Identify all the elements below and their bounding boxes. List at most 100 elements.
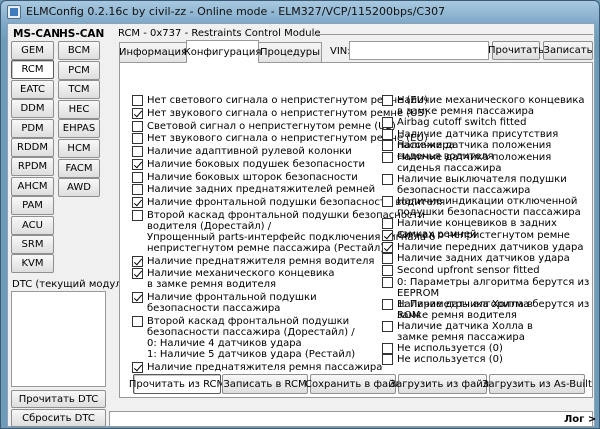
module-button-rddm[interactable]: RDDM — [11, 138, 54, 157]
vin-input[interactable] — [349, 41, 489, 60]
checkbox-unchecked[interactable] — [382, 152, 393, 164]
tab-info[interactable]: Информация — [119, 42, 187, 62]
vin-write-button[interactable]: Записать — [543, 41, 593, 60]
module-button-pam[interactable]: PAM — [11, 196, 54, 216]
checkbox-unchecked[interactable] — [132, 209, 143, 221]
checkbox-unchecked[interactable] — [132, 120, 143, 132]
checkbox-unchecked[interactable] — [382, 276, 393, 288]
config-option[interactable]: Наличие выключателя подушки безопасности… — [382, 174, 567, 196]
checkbox-unchecked[interactable] — [382, 264, 393, 276]
save-to-file-button[interactable]: Сохранить в файл — [305, 374, 401, 394]
config-option[interactable]: Наличие передних датчиков удара — [382, 241, 583, 253]
config-option[interactable]: Наличие фронтальной подушки безопасности… — [132, 292, 317, 314]
checkbox-checked[interactable] — [132, 268, 143, 280]
load-as-built-button[interactable]: Загрузить из As-Built — [482, 374, 592, 394]
checkbox-unchecked[interactable] — [382, 253, 393, 265]
checkbox-unchecked[interactable] — [132, 146, 143, 157]
config-option[interactable]: Наличие боковых шторок безопасности — [132, 171, 358, 183]
config-option[interactable]: Наличие задних датчиков удара — [382, 253, 570, 265]
checkbox-unchecked[interactable] — [382, 196, 393, 208]
checkbox-unchecked[interactable] — [382, 140, 393, 152]
vin-read-button[interactable]: Прочитать — [488, 41, 544, 60]
checkbox-unchecked[interactable] — [382, 342, 393, 354]
config-option-label: Не используется (0) — [397, 354, 503, 366]
config-option[interactable]: Наличие боковых подушек безопасности — [132, 158, 365, 170]
config-option[interactable]: Наличие задних преднатяжителей ремней — [132, 184, 376, 196]
module-button-ddm[interactable]: DDM — [11, 99, 54, 119]
module-button-tcm[interactable]: TCM — [58, 80, 100, 100]
checkbox-unchecked[interactable] — [132, 171, 143, 183]
checkbox-unchecked[interactable] — [382, 174, 393, 186]
read-from-rcm-button[interactable]: Прочитать из RCM — [129, 374, 225, 394]
module-button-pcm[interactable]: PCM — [58, 60, 100, 80]
config-option[interactable]: Наличие датчика Холла в замке ремня води… — [382, 298, 533, 321]
config-option-label: Наличие механического концевика в замке … — [147, 268, 335, 291]
config-option[interactable]: Наличие механического концевика в замке … — [382, 95, 585, 117]
module-button-bcm[interactable]: BCM — [58, 41, 100, 60]
module-button-hec[interactable]: HEC — [58, 99, 100, 119]
config-option[interactable]: Наличие адаптивной рулевой колонки — [132, 146, 352, 157]
vin-label: VIN: — [330, 46, 351, 57]
config-option[interactable]: Световой сигнал о непристегнутом ремне (… — [132, 120, 396, 132]
log-toggle-button[interactable]: Лог > — [564, 414, 596, 425]
config-option[interactable]: Наличие датчика Холла в замке ремня пасс… — [382, 320, 533, 343]
checkbox-unchecked[interactable] — [382, 218, 393, 230]
checkbox-checked[interactable] — [382, 241, 393, 253]
reset-dtc-button[interactable]: Сбросить DTC — [11, 409, 106, 427]
configuration-panel: Нет светового сигнала о непристегнутом р… — [119, 62, 593, 398]
module-button-srm[interactable]: SRM — [11, 235, 54, 254]
config-option[interactable]: Не используется (0) — [382, 342, 503, 354]
checkbox-checked[interactable] — [132, 292, 143, 303]
module-button-rpdm[interactable]: RPDM — [11, 157, 54, 177]
checkbox-unchecked[interactable] — [132, 133, 143, 145]
module-button-facm[interactable]: FACM — [58, 158, 100, 178]
module-button-awd[interactable]: AWD — [58, 178, 100, 198]
config-option[interactable]: Второй каскад фронтальной подушки безопа… — [132, 315, 355, 360]
module-button-rcm[interactable]: RCM — [11, 60, 54, 80]
checkbox-unchecked[interactable] — [382, 320, 393, 332]
module-button-pdm[interactable]: PDM — [11, 118, 54, 138]
module-button-hcm[interactable]: HCM — [58, 139, 100, 158]
config-option-label: Airbag cutoff switch fitted — [397, 117, 527, 128]
config-option[interactable]: Наличие индикации отключенной подушки бе… — [382, 196, 581, 218]
checkbox-unchecked[interactable] — [132, 315, 143, 327]
config-option[interactable]: Second upfront sensor fitted — [382, 264, 540, 276]
read-dtc-button[interactable]: Прочитать DTC — [11, 390, 106, 408]
load-from-file-button[interactable]: Загрузить из файла — [390, 374, 495, 394]
module-button-eatc[interactable]: EATC — [11, 79, 54, 99]
config-option[interactable]: Наличие преднатяжителя ремня пассажира — [132, 361, 382, 373]
checkbox-unchecked[interactable] — [382, 95, 393, 106]
config-option-label: Световой сигнал о непристегнутом ремне (… — [147, 120, 396, 132]
config-option-label: Наличие задних датчиков удара — [397, 253, 570, 265]
checkbox-unchecked[interactable] — [382, 128, 393, 140]
module-button-ahcm[interactable]: AHCM — [11, 176, 54, 196]
checkbox-checked[interactable] — [382, 229, 393, 241]
checkbox-checked[interactable] — [132, 255, 143, 267]
checkbox-unchecked[interactable] — [382, 354, 393, 366]
module-button-gem[interactable]: GEM — [11, 41, 54, 60]
checkbox-checked[interactable] — [132, 197, 143, 208]
checkbox-checked[interactable] — [132, 361, 143, 373]
module-button-kvm[interactable]: KVM — [11, 254, 54, 274]
config-option-label: Наличие задних преднатяжителей ремней — [147, 184, 376, 196]
tab-configuration[interactable]: Конфигурация — [184, 40, 261, 63]
write-to-rcm-button[interactable]: Записать в RCM — [222, 374, 308, 394]
checkbox-checked[interactable] — [132, 107, 143, 119]
config-option-label: Наличие индикации отключенной подушки бе… — [397, 196, 581, 219]
app-window: ELMConfig 0.2.16c by civil-zz - Online m… — [0, 0, 600, 429]
config-option[interactable]: Сигнал о непристегнутом ремне — [382, 229, 570, 241]
checkbox-unchecked[interactable] — [382, 298, 393, 310]
checkbox-unchecked[interactable] — [132, 95, 143, 106]
module-button-acu[interactable]: ACU — [11, 215, 54, 235]
config-option[interactable]: Airbag cutoff switch fitted — [382, 117, 526, 128]
config-option[interactable]: Не используется (0) — [382, 354, 503, 366]
checkbox-unchecked[interactable] — [132, 184, 143, 196]
config-option[interactable]: Наличие датчика положения сиденья пассаж… — [382, 152, 551, 174]
checkbox-unchecked[interactable] — [382, 117, 393, 128]
dtc-list[interactable] — [11, 291, 106, 387]
config-option[interactable]: Наличие преднатяжителя ремня водителя — [132, 255, 374, 267]
config-option[interactable]: Наличие механического концевика в замке … — [132, 268, 335, 290]
tab-procedures[interactable]: Процедуры — [258, 42, 322, 62]
checkbox-checked[interactable] — [132, 158, 143, 170]
module-button-ehpas[interactable]: EHPAS — [58, 119, 100, 139]
